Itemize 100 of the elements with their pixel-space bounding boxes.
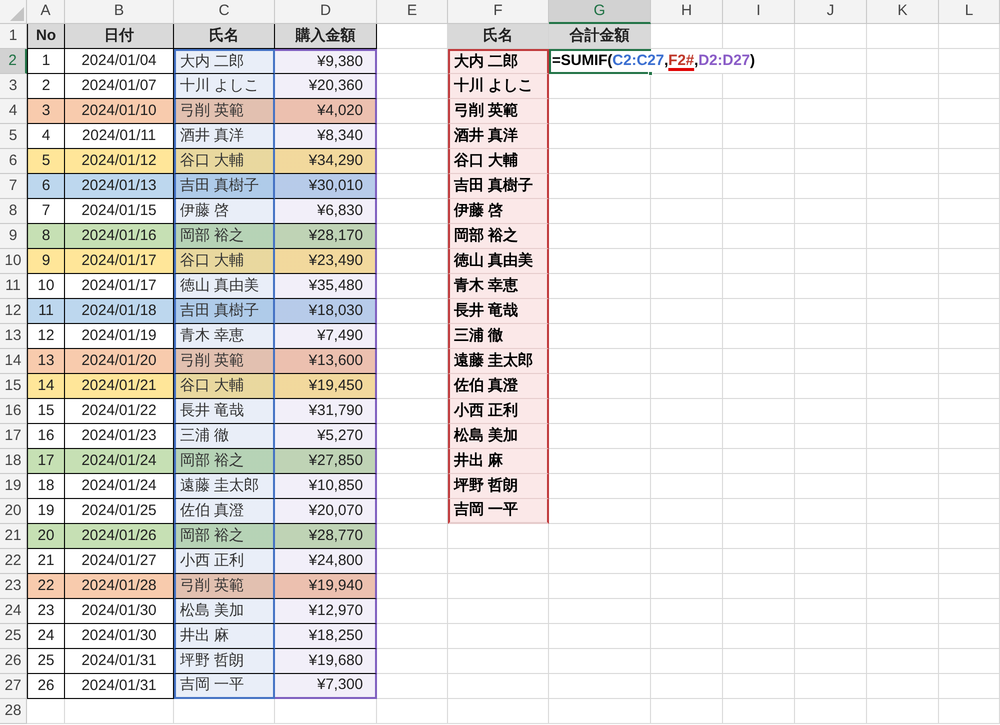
row-header[interactable]: 2 <box>0 49 27 74</box>
empty-cell[interactable] <box>448 524 549 549</box>
empty-cell[interactable] <box>795 399 867 424</box>
empty-cell[interactable] <box>795 199 867 224</box>
empty-cell[interactable] <box>723 574 795 599</box>
empty-cell[interactable] <box>939 549 1000 574</box>
row-header[interactable]: 8 <box>0 199 27 224</box>
empty-cell[interactable] <box>723 499 795 524</box>
empty-cell[interactable] <box>867 549 939 574</box>
column-header[interactable]: B <box>65 0 174 24</box>
empty-cell[interactable] <box>174 699 275 724</box>
column-header[interactable]: D <box>275 0 377 24</box>
empty-cell[interactable] <box>651 149 723 174</box>
empty-cell[interactable] <box>723 224 795 249</box>
empty-cell[interactable] <box>795 49 867 74</box>
empty-cell[interactable] <box>723 124 795 149</box>
row-header[interactable]: 15 <box>0 374 27 399</box>
empty-cell[interactable] <box>723 374 795 399</box>
empty-cell[interactable] <box>723 399 795 424</box>
empty-cell[interactable] <box>723 24 795 49</box>
empty-cell[interactable] <box>867 24 939 49</box>
empty-cell[interactable] <box>939 699 1000 724</box>
empty-cell[interactable] <box>939 574 1000 599</box>
empty-cell[interactable] <box>795 674 867 699</box>
empty-cell[interactable] <box>549 524 651 549</box>
empty-cell[interactable] <box>867 249 939 274</box>
row-header[interactable]: 1 <box>0 24 27 49</box>
row-header[interactable]: 16 <box>0 399 27 424</box>
empty-cell[interactable] <box>939 24 1000 49</box>
empty-cell[interactable] <box>795 524 867 549</box>
row-header[interactable]: 4 <box>0 99 27 124</box>
fill-handle[interactable] <box>648 71 653 76</box>
empty-cell[interactable] <box>723 424 795 449</box>
empty-cell[interactable] <box>867 699 939 724</box>
empty-cell[interactable] <box>723 549 795 574</box>
empty-cell[interactable] <box>795 249 867 274</box>
empty-cell[interactable] <box>867 299 939 324</box>
empty-cell[interactable] <box>795 274 867 299</box>
empty-cell[interactable] <box>939 224 1000 249</box>
empty-cell[interactable] <box>651 699 723 724</box>
empty-cell[interactable] <box>867 649 939 674</box>
empty-cell[interactable] <box>867 99 939 124</box>
empty-cell[interactable] <box>795 99 867 124</box>
empty-cell[interactable] <box>723 674 795 699</box>
empty-cell[interactable] <box>867 124 939 149</box>
empty-cell[interactable] <box>939 149 1000 174</box>
empty-cell[interactable] <box>651 424 723 449</box>
row-header[interactable]: 10 <box>0 249 27 274</box>
empty-cell[interactable] <box>867 49 939 74</box>
empty-cell[interactable] <box>939 599 1000 624</box>
row-header[interactable]: 12 <box>0 299 27 324</box>
row-header[interactable]: 23 <box>0 574 27 599</box>
empty-cell[interactable] <box>795 424 867 449</box>
empty-cell[interactable] <box>867 274 939 299</box>
empty-cell[interactable] <box>867 574 939 599</box>
row-header[interactable]: 28 <box>0 699 27 724</box>
empty-cell[interactable] <box>939 249 1000 274</box>
empty-cell[interactable] <box>549 699 651 724</box>
empty-cell[interactable] <box>939 274 1000 299</box>
empty-cell[interactable] <box>448 699 549 724</box>
empty-cell[interactable] <box>939 99 1000 124</box>
empty-cell[interactable] <box>448 674 549 699</box>
empty-cell[interactable] <box>939 524 1000 549</box>
empty-cell[interactable] <box>867 424 939 449</box>
empty-cell[interactable] <box>795 549 867 574</box>
empty-cell[interactable] <box>549 574 651 599</box>
empty-cell[interactable] <box>651 99 723 124</box>
empty-cell[interactable] <box>651 474 723 499</box>
empty-cell[interactable] <box>651 524 723 549</box>
row-header[interactable]: 3 <box>0 74 27 99</box>
empty-cell[interactable] <box>651 299 723 324</box>
empty-cell[interactable] <box>867 149 939 174</box>
column-header[interactable]: H <box>651 0 723 24</box>
empty-cell[interactable] <box>549 674 651 699</box>
row-header[interactable]: 22 <box>0 549 27 574</box>
empty-cell[interactable] <box>549 549 651 574</box>
empty-cell[interactable] <box>448 549 549 574</box>
empty-cell[interactable] <box>651 124 723 149</box>
column-header[interactable]: C <box>174 0 275 24</box>
row-header[interactable]: 24 <box>0 599 27 624</box>
empty-cell[interactable] <box>549 624 651 649</box>
empty-cell[interactable] <box>939 324 1000 349</box>
empty-cell[interactable] <box>795 24 867 49</box>
empty-cell[interactable] <box>795 374 867 399</box>
empty-cell[interactable] <box>939 499 1000 524</box>
empty-cell[interactable] <box>651 399 723 424</box>
empty-cell[interactable] <box>795 574 867 599</box>
row-header[interactable]: 13 <box>0 324 27 349</box>
empty-cell[interactable] <box>723 149 795 174</box>
empty-cell[interactable] <box>723 349 795 374</box>
empty-cell[interactable] <box>723 449 795 474</box>
empty-cell[interactable] <box>651 349 723 374</box>
empty-cell[interactable] <box>448 649 549 674</box>
empty-cell[interactable] <box>867 474 939 499</box>
empty-cell[interactable] <box>549 599 651 624</box>
column-header[interactable]: A <box>27 0 65 24</box>
empty-cell[interactable] <box>867 499 939 524</box>
empty-cell[interactable] <box>867 599 939 624</box>
empty-cell[interactable] <box>65 699 174 724</box>
row-header[interactable]: 18 <box>0 449 27 474</box>
